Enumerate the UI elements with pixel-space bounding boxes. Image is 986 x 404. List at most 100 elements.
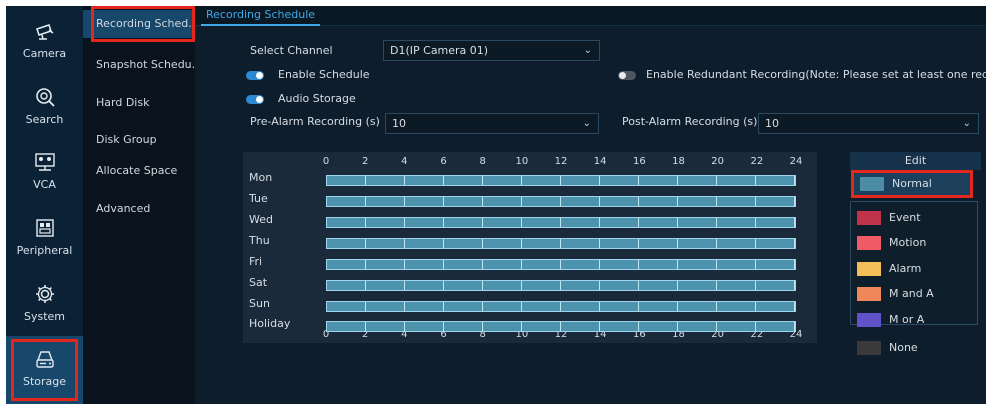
schedule-segment[interactable] xyxy=(561,197,600,206)
schedule-segment[interactable] xyxy=(327,176,366,185)
schedule-segment[interactable] xyxy=(405,176,444,185)
schedule-segment[interactable] xyxy=(561,239,600,248)
schedule-segment[interactable] xyxy=(561,260,600,269)
schedule-segment[interactable] xyxy=(522,239,561,248)
schedule-segment[interactable] xyxy=(600,176,639,185)
schedule-segment[interactable] xyxy=(483,239,522,248)
schedule-segment[interactable] xyxy=(639,281,678,290)
schedule-segment[interactable] xyxy=(366,302,405,311)
day-schedule-bar[interactable] xyxy=(326,259,796,270)
schedule-segment[interactable] xyxy=(678,281,717,290)
schedule-segment[interactable] xyxy=(561,322,600,331)
nav-vca[interactable]: VCA xyxy=(6,139,83,205)
schedule-segment[interactable] xyxy=(678,239,717,248)
schedule-segment[interactable] xyxy=(327,239,366,248)
schedule-segment[interactable] xyxy=(639,218,678,227)
submenu-snapshot-schedule[interactable]: Snapshot Schedu.. xyxy=(96,58,194,76)
schedule-segment[interactable] xyxy=(483,197,522,206)
submenu-advanced[interactable]: Advanced xyxy=(96,202,194,220)
record-type-motion[interactable]: Motion xyxy=(851,232,981,254)
schedule-segment[interactable] xyxy=(639,302,678,311)
schedule-segment[interactable] xyxy=(717,197,756,206)
schedule-segment[interactable] xyxy=(366,176,405,185)
nav-storage[interactable]: Storage xyxy=(6,336,83,404)
submenu-recording-schedule[interactable]: Recording Sched... xyxy=(83,10,195,38)
schedule-segment[interactable] xyxy=(327,218,366,227)
schedule-segment[interactable] xyxy=(405,281,444,290)
schedule-segment[interactable] xyxy=(678,197,717,206)
schedule-segment[interactable] xyxy=(366,260,405,269)
schedule-segment[interactable] xyxy=(522,260,561,269)
record-type-none[interactable]: None xyxy=(851,337,981,359)
schedule-segment[interactable] xyxy=(366,218,405,227)
schedule-segment[interactable] xyxy=(444,176,483,185)
schedule-segment[interactable] xyxy=(600,302,639,311)
day-schedule-bar[interactable] xyxy=(326,238,796,249)
nav-system[interactable]: System xyxy=(6,271,83,337)
schedule-segment[interactable] xyxy=(366,322,405,331)
schedule-segment[interactable] xyxy=(483,260,522,269)
schedule-segment[interactable] xyxy=(717,281,756,290)
schedule-segment[interactable] xyxy=(678,302,717,311)
schedule-segment[interactable] xyxy=(639,239,678,248)
schedule-segment[interactable] xyxy=(366,281,405,290)
day-schedule-bar[interactable] xyxy=(326,301,796,312)
schedule-segment[interactable] xyxy=(444,239,483,248)
submenu-disk-group[interactable]: Disk Group xyxy=(96,133,194,151)
schedule-segment[interactable] xyxy=(522,218,561,227)
day-schedule-bar[interactable] xyxy=(326,280,796,291)
day-schedule-bar[interactable] xyxy=(326,321,796,332)
day-schedule-bar[interactable] xyxy=(326,175,796,186)
schedule-segment[interactable] xyxy=(327,260,366,269)
schedule-segment[interactable] xyxy=(405,239,444,248)
schedule-segment[interactable] xyxy=(483,281,522,290)
schedule-segment[interactable] xyxy=(522,197,561,206)
pre-alarm-select[interactable]: 10 ⌄ xyxy=(385,113,599,134)
schedule-grid[interactable]: 0 2 4 6 8 10 12 14 16 18 20 22 24 0 2 4 6 8 10 12 14 16 18 20 2… xyxy=(243,152,817,343)
schedule-segment[interactable] xyxy=(600,322,639,331)
submenu-hard-disk[interactable]: Hard Disk xyxy=(96,96,194,114)
schedule-segment[interactable] xyxy=(444,260,483,269)
schedule-segment[interactable] xyxy=(756,322,795,331)
schedule-segment[interactable] xyxy=(327,322,366,331)
schedule-segment[interactable] xyxy=(756,281,795,290)
schedule-segment[interactable] xyxy=(327,302,366,311)
schedule-segment[interactable] xyxy=(600,239,639,248)
schedule-segment[interactable] xyxy=(405,218,444,227)
schedule-segment[interactable] xyxy=(483,302,522,311)
schedule-segment[interactable] xyxy=(522,302,561,311)
record-type-alarm[interactable]: Alarm xyxy=(851,258,981,280)
tab-recording-schedule[interactable]: Recording Schedule xyxy=(201,8,321,26)
schedule-segment[interactable] xyxy=(483,176,522,185)
enable-schedule-toggle[interactable] xyxy=(246,71,264,80)
schedule-segment[interactable] xyxy=(483,322,522,331)
schedule-segment[interactable] xyxy=(600,197,639,206)
schedule-segment[interactable] xyxy=(366,239,405,248)
nav-search[interactable]: Search xyxy=(6,74,83,140)
schedule-segment[interactable] xyxy=(522,176,561,185)
schedule-segment[interactable] xyxy=(327,281,366,290)
schedule-segment[interactable] xyxy=(678,260,717,269)
submenu-allocate-space[interactable]: Allocate Space xyxy=(96,164,194,182)
nav-peripheral[interactable]: Peripheral xyxy=(6,205,83,271)
schedule-segment[interactable] xyxy=(717,302,756,311)
schedule-segment[interactable] xyxy=(522,322,561,331)
schedule-segment[interactable] xyxy=(444,322,483,331)
schedule-segment[interactable] xyxy=(639,176,678,185)
record-type-event[interactable]: Event xyxy=(851,207,981,229)
schedule-segment[interactable] xyxy=(327,197,366,206)
schedule-segment[interactable] xyxy=(756,260,795,269)
schedule-segment[interactable] xyxy=(756,176,795,185)
schedule-segment[interactable] xyxy=(405,322,444,331)
post-alarm-select[interactable]: 10 ⌄ xyxy=(758,113,979,134)
schedule-segment[interactable] xyxy=(444,197,483,206)
nav-camera[interactable]: Camera xyxy=(6,8,83,74)
schedule-segment[interactable] xyxy=(756,239,795,248)
schedule-segment[interactable] xyxy=(600,260,639,269)
schedule-segment[interactable] xyxy=(756,197,795,206)
schedule-segment[interactable] xyxy=(600,218,639,227)
schedule-segment[interactable] xyxy=(717,218,756,227)
day-schedule-bar[interactable] xyxy=(326,217,796,228)
schedule-segment[interactable] xyxy=(600,281,639,290)
schedule-segment[interactable] xyxy=(366,197,405,206)
